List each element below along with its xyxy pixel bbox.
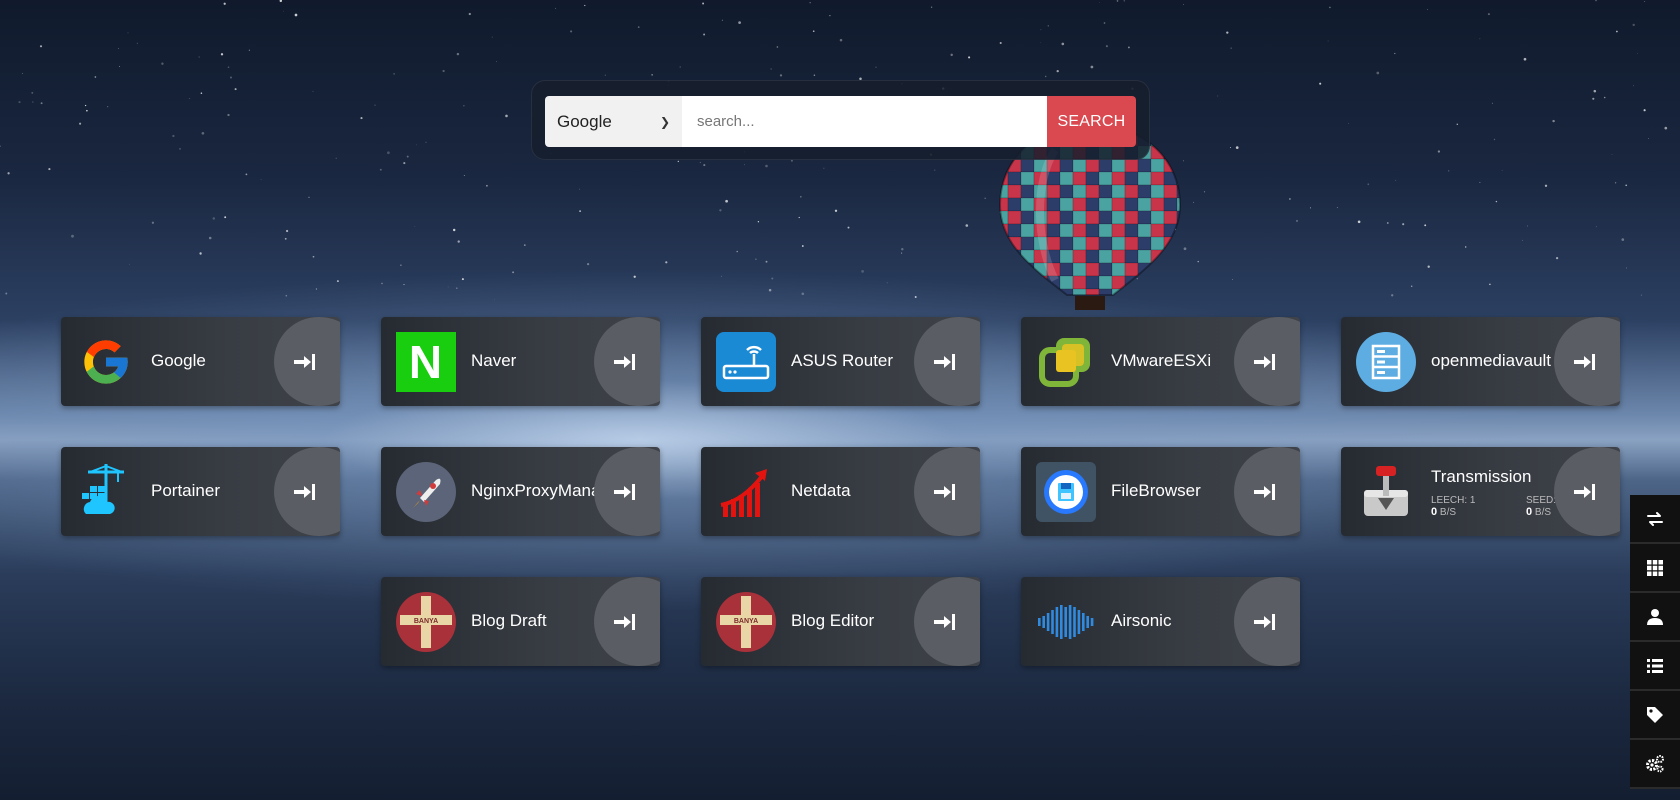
- app-tile-transmission[interactable]: Transmission LEECH: 1 0 B/S SEED: 0 0 B/…: [1341, 447, 1620, 536]
- open-link-button[interactable]: [1554, 447, 1620, 536]
- sign-in-arrow-icon: [614, 353, 635, 370]
- app-tile-openmediavault[interactable]: openmediavault: [1341, 317, 1620, 406]
- search-input[interactable]: [682, 96, 1047, 147]
- sign-in-arrow-icon: [934, 353, 955, 370]
- search-engine-value: Google: [557, 111, 612, 131]
- app-tile-portainer[interactable]: Portainer: [61, 447, 340, 536]
- app-tile-filebrowser[interactable]: FileBrowser: [1021, 447, 1300, 536]
- sign-in-arrow-icon: [934, 483, 955, 500]
- open-link-button[interactable]: [914, 447, 980, 536]
- svg-text:BANYA: BANYA: [413, 618, 437, 625]
- search-bar: Google ❯ SEARCH: [531, 80, 1150, 160]
- tile-label: Netdata: [791, 481, 851, 500]
- tile-label: Naver: [471, 351, 517, 370]
- app-tile-vmwareesxi[interactable]: VMwareESXi: [1021, 317, 1300, 406]
- app-tile-blog-draft[interactable]: BANYA Blog Draft: [381, 577, 660, 666]
- sign-in-arrow-icon: [294, 353, 315, 370]
- openmediavault-icon: [1355, 331, 1416, 392]
- open-link-button[interactable]: [594, 317, 660, 406]
- app-tile-naver[interactable]: N Naver: [381, 317, 660, 406]
- tile-label: Google: [151, 351, 206, 370]
- swap-icon: [1647, 511, 1663, 526]
- svg-text:BANYA: BANYA: [733, 618, 757, 625]
- apps-grid-button[interactable]: [1630, 544, 1680, 593]
- app-tile-blog-editor[interactable]: BANYA Blog Editor: [701, 577, 980, 666]
- airsonic-icon: [1035, 591, 1096, 652]
- tile-label: Blog Draft: [471, 611, 547, 630]
- chevron-down-icon: ❯: [659, 114, 670, 129]
- vmware-icon: [1035, 331, 1096, 392]
- sign-in-arrow-icon: [1254, 613, 1275, 630]
- app-tile-asus-router[interactable]: ASUS Router: [701, 317, 980, 406]
- netdata-icon: [715, 461, 776, 522]
- open-link-button[interactable]: [1234, 447, 1300, 536]
- zanya-logo-icon: BANYA: [715, 591, 776, 652]
- open-link-button[interactable]: [914, 577, 980, 666]
- app-tile-netdata[interactable]: Netdata: [701, 447, 980, 536]
- tags-button[interactable]: [1630, 691, 1680, 740]
- sign-in-arrow-icon: [1574, 483, 1595, 500]
- tile-label: FileBrowser: [1111, 481, 1201, 500]
- tile-label: VMwareESXi: [1111, 351, 1212, 370]
- zanya-logo-icon: BANYA: [395, 591, 456, 652]
- tile-label: openmediavault: [1431, 351, 1552, 370]
- tile-label: Blog Editor: [791, 611, 875, 630]
- settings-button[interactable]: [1630, 740, 1680, 789]
- open-link-button[interactable]: [1234, 317, 1300, 406]
- leech-label: LEECH: 1: [1431, 495, 1476, 506]
- list-icon: [1647, 658, 1663, 673]
- sign-in-arrow-icon: [1254, 353, 1275, 370]
- filebrowser-icon: [1035, 461, 1096, 522]
- sign-in-arrow-icon: [1254, 483, 1275, 500]
- search-engine-select[interactable]: Google ❯: [545, 96, 682, 147]
- right-sidebar: [1630, 495, 1680, 800]
- open-link-button[interactable]: [594, 577, 660, 666]
- open-link-button[interactable]: [1234, 577, 1300, 666]
- app-tile-airsonic[interactable]: Airsonic: [1021, 577, 1300, 666]
- tile-label: ASUS Router: [791, 351, 894, 370]
- search-button[interactable]: SEARCH: [1047, 96, 1136, 147]
- open-link-button[interactable]: [914, 317, 980, 406]
- leech-rate-unit: B/S: [1439, 507, 1457, 518]
- gears-icon: [1646, 754, 1664, 772]
- transmission-icon: [1355, 461, 1416, 522]
- sign-in-arrow-icon: [1574, 353, 1595, 370]
- google-icon: [75, 331, 136, 392]
- sign-in-arrow-icon: [614, 483, 635, 500]
- app-tile-google[interactable]: Google: [61, 317, 340, 406]
- tile-label: Transmission: [1431, 467, 1532, 486]
- tile-label: Portainer: [151, 481, 220, 500]
- list-view-button[interactable]: [1630, 642, 1680, 691]
- open-link-button[interactable]: [594, 447, 660, 536]
- open-link-button[interactable]: [274, 317, 340, 406]
- app-tile-nginxproxymanager[interactable]: NginxProxyManager: [381, 447, 660, 536]
- naver-icon: N: [395, 331, 456, 392]
- portainer-icon: [75, 461, 136, 522]
- switch-view-button[interactable]: [1630, 495, 1680, 544]
- sign-in-arrow-icon: [934, 613, 955, 630]
- users-button[interactable]: [1630, 593, 1680, 642]
- tag-icon: [1647, 706, 1663, 723]
- tile-label: Airsonic: [1111, 611, 1172, 630]
- grid-icon: [1647, 559, 1663, 576]
- rocket-icon: [395, 461, 456, 522]
- seed-rate-unit: B/S: [1534, 507, 1552, 518]
- open-link-button[interactable]: [274, 447, 340, 536]
- open-link-button[interactable]: [1554, 317, 1620, 406]
- sign-in-arrow-icon: [294, 483, 315, 500]
- sign-in-arrow-icon: [614, 613, 635, 630]
- seed-rate: 0: [1526, 506, 1533, 518]
- leech-rate: 0: [1431, 506, 1438, 518]
- router-icon: [715, 331, 776, 392]
- user-icon: [1647, 608, 1663, 625]
